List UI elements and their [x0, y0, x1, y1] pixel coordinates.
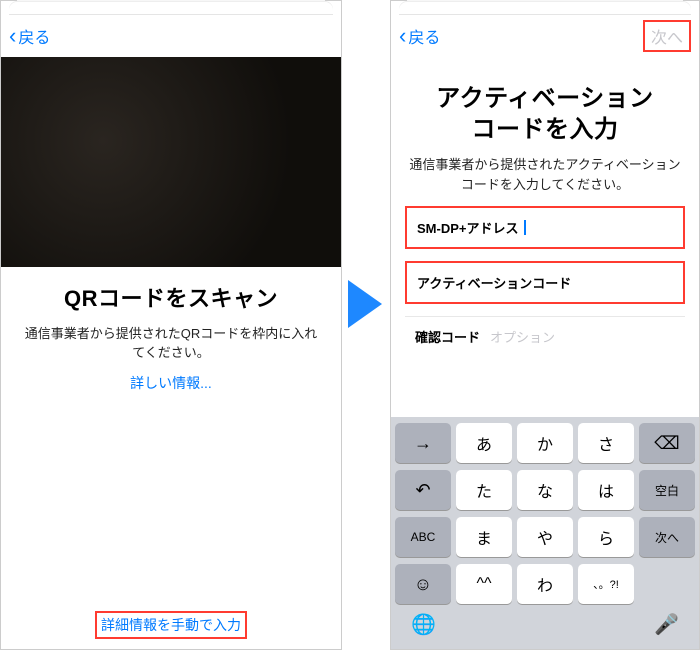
page-title: QRコードをスキャン — [1, 285, 341, 314]
text-cursor — [524, 220, 526, 235]
key-kana[interactable]: ^^ — [456, 564, 512, 604]
field-label: SM-DP+アドレス — [417, 218, 518, 237]
key-kana[interactable]: あ — [456, 423, 512, 463]
key-kana[interactable]: た — [456, 470, 512, 510]
field-label: アクティベーションコード — [417, 273, 571, 292]
key-kana[interactable]: な — [517, 470, 573, 510]
card-stack-indicator — [399, 1, 691, 15]
next-button-highlight: 次へ — [643, 20, 691, 52]
phone-right-screen: ‹ 戻る 次へ アクティベーション コードを入力 通信事業者から提供されたアクテ… — [390, 0, 700, 650]
key-kana[interactable]: ま — [456, 517, 512, 557]
field-hint: オプション — [490, 327, 555, 346]
page-title-line1: アクティベーション — [391, 83, 699, 114]
keyboard-toolbar: 🌐 🎤 — [395, 612, 695, 641]
manual-entry-wrap: 詳細情報を手動で入力 — [1, 611, 341, 639]
key-emoji[interactable]: ☺ — [395, 564, 451, 604]
key-kana[interactable]: わ — [517, 564, 573, 604]
back-button[interactable]: ‹ 戻る — [399, 24, 440, 48]
keyboard-row: ↶ た な は 空白 — [395, 470, 695, 510]
navbar-right: ‹ 戻る 次へ — [391, 15, 699, 57]
page-subtitle: 通信事業者から提供されたアクティベーションコードを入力してください。 — [391, 155, 699, 194]
key-abc[interactable]: ABC — [395, 517, 451, 557]
key-arrow[interactable]: → — [395, 423, 451, 463]
smdp-address-field[interactable]: SM-DP+アドレス — [405, 206, 685, 249]
card-stack-indicator — [9, 1, 333, 15]
globe-icon[interactable]: 🌐 — [411, 612, 436, 637]
arrow-right-icon — [348, 280, 382, 328]
key-kana[interactable]: さ — [578, 423, 634, 463]
back-button[interactable]: ‹ 戻る — [9, 24, 50, 48]
keyboard-row: → あ か さ ⌫ — [395, 423, 695, 463]
next-button[interactable]: 次へ — [645, 22, 689, 50]
back-label: 戻る — [18, 24, 50, 48]
key-kana[interactable]: は — [578, 470, 634, 510]
form-area: SM-DP+アドレス アクティベーションコード 確認コード オプション — [391, 194, 699, 356]
camera-preview — [1, 57, 341, 267]
key-kana[interactable]: か — [517, 423, 573, 463]
field-label: 確認コード — [415, 327, 480, 346]
page-subtitle: 通信事業者から提供されたQRコードを枠内に入れてください。 — [1, 324, 341, 363]
more-info-link[interactable]: 詳しい情報... — [1, 373, 341, 393]
mic-icon[interactable]: 🎤 — [654, 612, 679, 637]
key-backspace[interactable]: ⌫ — [639, 423, 695, 463]
navbar-left: ‹ 戻る — [1, 15, 341, 57]
keyboard-row: ☺ ^^ わ 、。?! — [395, 564, 695, 604]
back-label: 戻る — [408, 24, 440, 48]
phone-left-screen: ‹ 戻る QRコードをスキャン 通信事業者から提供されたQRコードを枠内に入れて… — [0, 0, 342, 650]
key-kana[interactable]: や — [517, 517, 573, 557]
chevron-left-icon: ‹ — [399, 25, 406, 47]
key-space[interactable]: 空白 — [639, 470, 695, 510]
activation-code-field[interactable]: アクティベーションコード — [405, 261, 685, 304]
key-punct[interactable]: 、。?! — [578, 564, 634, 604]
manual-entry-link[interactable]: 詳細情報を手動で入力 — [95, 611, 247, 639]
key-kana[interactable]: ら — [578, 517, 634, 557]
confirmation-code-field[interactable]: 確認コード オプション — [405, 316, 685, 356]
key-undo[interactable]: ↶ — [395, 470, 451, 510]
soft-keyboard: → あ か さ ⌫ ↶ た な は 空白 ABC ま や ら 次へ ☺ ^^ わ… — [391, 417, 699, 649]
keyboard-row: ABC ま や ら 次へ — [395, 517, 695, 557]
key-next[interactable]: 次へ — [639, 517, 695, 557]
chevron-left-icon: ‹ — [9, 25, 16, 47]
page-title-line2: コードを入力 — [391, 114, 699, 145]
